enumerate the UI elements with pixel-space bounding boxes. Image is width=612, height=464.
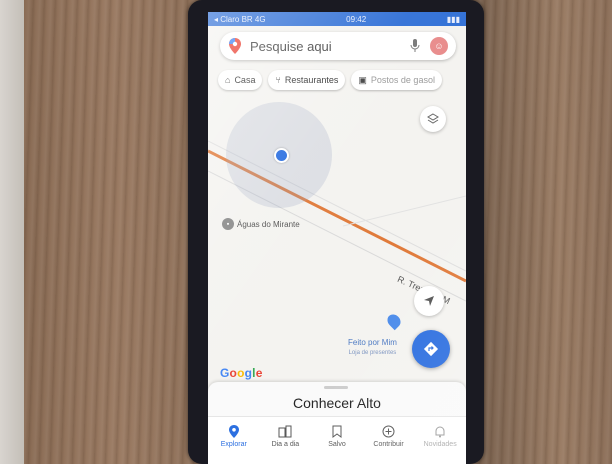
maps-pin-icon: [229, 38, 241, 54]
battery-icon: ▮▮▮: [446, 14, 460, 24]
chip-postos[interactable]: ▣ Postos de gasol: [351, 70, 442, 90]
directions-button[interactable]: [412, 330, 450, 368]
chip-restaurantes[interactable]: ⑂ Restaurantes: [268, 70, 346, 90]
tab-label: Dia a dia: [271, 441, 300, 448]
tab-label: Novidades: [423, 441, 457, 448]
poi-label: Águas do Mirante: [237, 219, 300, 229]
navigation-arrow-icon: [424, 296, 434, 306]
pin-icon: [228, 425, 239, 438]
building-icon: ▪: [222, 218, 234, 230]
tab-salvo[interactable]: Salvo: [311, 417, 363, 464]
plus-circle-icon: [382, 425, 395, 438]
minor-road: [342, 195, 466, 227]
status-bar: ◂ Claro BR 4G 09:42 ▮▮▮: [208, 12, 466, 26]
commute-icon: [278, 425, 292, 438]
tab-explorar[interactable]: Explorar: [208, 417, 260, 464]
place-category: Loja de presentes: [348, 350, 397, 356]
gas-pump-icon: ▣: [358, 74, 367, 85]
home-icon: ⌂: [225, 75, 231, 85]
tab-label: Salvo: [328, 441, 346, 448]
avatar[interactable]: ☺: [430, 37, 448, 55]
chip-label: Restaurantes: [284, 75, 339, 85]
category-chips: ⌂ Casa ⑂ Restaurantes ▣ Postos de gasol: [218, 70, 466, 92]
tab-label: Contribuir: [373, 441, 404, 448]
status-time: 09:42: [346, 14, 367, 24]
place-name: Feito por Mim: [348, 338, 397, 347]
carrier-label: ◂ Claro BR 4G: [214, 14, 266, 24]
chip-casa[interactable]: ⌂ Casa: [218, 70, 263, 90]
poi-aguas-do-mirante[interactable]: ▪ Águas do Mirante: [222, 218, 300, 230]
phone-screen: ▪ Águas do Mirante R. Treze de M Feito p…: [208, 12, 466, 464]
tab-novidades[interactable]: Novidades: [414, 417, 466, 464]
current-location-dot: [274, 148, 289, 163]
recenter-button[interactable]: [414, 286, 444, 316]
tab-dia-a-dia[interactable]: Dia a dia: [260, 417, 312, 464]
layers-button[interactable]: [420, 106, 446, 132]
place-feito-por-mim[interactable]: Feito por Mim Loja de presentes: [348, 338, 397, 358]
search-bar[interactable]: Pesquise aqui ☺: [220, 32, 456, 60]
search-input[interactable]: Pesquise aqui: [250, 39, 410, 54]
layers-icon: [427, 113, 439, 124]
sheet-drag-handle[interactable]: [324, 386, 348, 389]
fork-knife-icon: ⑂: [275, 75, 281, 85]
mic-icon[interactable]: [410, 39, 420, 53]
bottom-navigation: Explorar Dia a dia Salvo Contribuir Novi…: [208, 416, 466, 464]
bell-icon: [435, 426, 445, 438]
tab-label: Explorar: [220, 441, 247, 448]
tab-contribuir[interactable]: Contribuir: [363, 417, 415, 464]
google-logo: Google: [220, 366, 263, 380]
bookmark-icon: [332, 425, 342, 438]
chip-label: Casa: [234, 75, 256, 85]
wall-tile: [0, 0, 24, 464]
sheet-title: Conhecer Alto: [293, 395, 381, 411]
chip-label: Postos de gasol: [370, 75, 435, 85]
directions-icon: [423, 341, 439, 357]
